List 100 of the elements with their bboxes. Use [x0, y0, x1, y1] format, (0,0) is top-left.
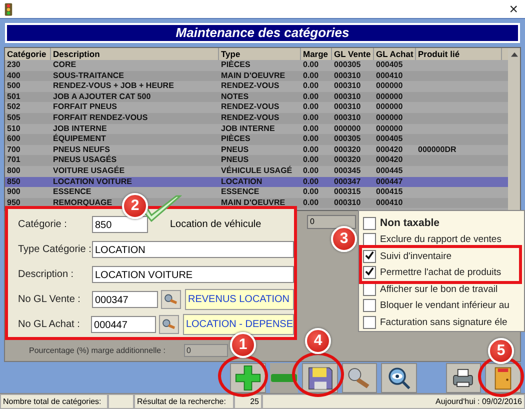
- table-cell: 000420: [376, 144, 403, 154]
- table-cell: PIÈCES: [221, 60, 250, 69]
- table-row[interactable]: 850 LOCATION VOITURE LOCATION 0.00 000347 000447: [5, 176, 508, 188]
- table-cell: 0.00: [303, 144, 319, 154]
- table-cell: 501: [7, 92, 20, 101]
- traffic-light-icon: [4, 2, 13, 16]
- close-button[interactable]: ×: [506, 2, 521, 16]
- table-cell: RENDEZ-VOUS: [221, 112, 280, 122]
- table-cell: 0.00: [303, 124, 319, 133]
- table-cell: LOCATION VOITURE: [53, 176, 132, 186]
- table-row[interactable]: 400 SOUS-TRAITANCE MAIN D'OEUVRE 0.00 000310 000410: [5, 70, 508, 82]
- table-cell: 000000: [376, 81, 403, 90]
- view-button[interactable]: [381, 362, 417, 392]
- table-cell: 000000: [376, 102, 403, 112]
- table-cell: LOCATION: [221, 176, 262, 186]
- input-field[interactable]: 000447: [91, 316, 156, 332]
- table-row[interactable]: 510 JOB INTERNE JOB INTERNE 0.00 000000 000000: [5, 124, 508, 134]
- table-row[interactable]: 600 ÉQUIPEMENT PIÈCES 0.00 000305 000405: [5, 134, 508, 145]
- table-cell: 000405: [376, 134, 403, 144]
- table-cell: 000447: [376, 176, 403, 186]
- field-label: Pourcentage (%) marge additionnelle :: [29, 346, 166, 355]
- table-cell: 0.00: [303, 70, 319, 80]
- checkbox[interactable]: [363, 316, 376, 329]
- input-field[interactable]: 0: [307, 215, 356, 229]
- input-field[interactable]: 0: [184, 344, 228, 357]
- option-checkbox[interactable]: Bloquer le vendant inférieur au: [363, 298, 510, 314]
- table-cell: 0.00: [303, 176, 319, 186]
- input-field[interactable]: 000347: [92, 290, 158, 308]
- checkbox[interactable]: [363, 266, 376, 280]
- table-cell: MAIN D'OEUVRE: [221, 70, 286, 80]
- add-button[interactable]: [230, 362, 266, 392]
- table-cell: 000310: [334, 198, 361, 207]
- table-cell: 900: [7, 187, 20, 196]
- option-checkbox[interactable]: Exclure du rapport de ventes: [363, 232, 502, 248]
- table-cell: PNEUS USAGÉS: [53, 155, 117, 164]
- table-row[interactable]: 505 FORFAIT RENDEZ-VOUS RENDEZ-VOUS 0.00 000310 000000: [5, 112, 508, 124]
- plus-icon: [234, 364, 261, 390]
- table-cell: 000347: [334, 176, 361, 186]
- table-cell: 000320: [334, 144, 361, 154]
- table-cell: NOTES: [221, 92, 249, 101]
- checkbox[interactable]: [363, 299, 376, 312]
- banner-title: Maintenance des catégories: [5, 23, 520, 43]
- table-cell: 000415: [376, 187, 403, 196]
- table-cell: 000310: [334, 102, 361, 112]
- table-cell: 0.00: [303, 92, 319, 101]
- table-cell: 0.00: [303, 198, 319, 207]
- option-checkbox[interactable]: Non taxable: [363, 215, 440, 232]
- input-field[interactable]: LOCATION: [92, 240, 294, 258]
- table-cell: 000410: [376, 198, 403, 207]
- save-button[interactable]: [302, 362, 338, 392]
- table-cell: ÉQUIPEMENT: [53, 134, 106, 144]
- table-row[interactable]: 501 JOB A AJOUTER CAT 500 NOTES 0.00 000310 000000: [5, 92, 508, 102]
- print-button[interactable]: [446, 362, 482, 392]
- status-text: Nombre total de catégories:: [0, 394, 108, 409]
- option-checkbox[interactable]: Suivi d'inventaire: [363, 248, 452, 264]
- table-cell: 000310: [334, 112, 361, 122]
- table-cell: 230: [7, 60, 20, 69]
- table-cell: 950: [7, 198, 20, 207]
- status-text: Résultat de la recherche:: [134, 394, 234, 409]
- table-cell: VÉHICULE USAGÉ: [221, 166, 292, 175]
- checkbox[interactable]: [363, 233, 376, 246]
- field-label: No GL Achat :: [18, 318, 81, 330]
- table-cell: 000405: [376, 60, 403, 69]
- table-cell: JOB INTERNE: [221, 124, 275, 133]
- checkbox[interactable]: [363, 216, 376, 230]
- table-cell: 000315: [334, 187, 361, 196]
- lookup-button[interactable]: [161, 290, 181, 308]
- table-cell: 000410: [376, 70, 403, 80]
- table-cell: 850: [7, 176, 20, 186]
- scroll-up-icon: [510, 52, 518, 57]
- table-cell: 502: [7, 102, 20, 112]
- checkbox[interactable]: [363, 250, 376, 263]
- table-cell: 505: [7, 112, 20, 122]
- table-cell: 000310: [334, 92, 361, 101]
- lookup-button[interactable]: [159, 314, 179, 334]
- input-field[interactable]: 850: [92, 216, 148, 232]
- table-cell: REMORQUAGE: [53, 198, 112, 207]
- table-cell: 700: [7, 144, 20, 154]
- table-cell: 000000DR: [418, 144, 456, 154]
- table-cell: 000445: [376, 166, 403, 175]
- table-cell: 0.00: [303, 155, 319, 164]
- table-cell: 000000: [376, 112, 403, 122]
- status-field: [108, 394, 134, 409]
- table-cell: 400: [7, 70, 20, 80]
- status-text: 25: [234, 394, 262, 409]
- status-text: Aujourd'hui : 09/02/2016: [262, 394, 525, 409]
- scrollbar[interactable]: [508, 48, 520, 210]
- table-cell: PIÈCES: [221, 134, 250, 144]
- table-cell: 0.00: [303, 166, 319, 175]
- field-note: Location de véhicule: [170, 218, 262, 230]
- option-checkbox[interactable]: Afficher sur le bon de travail: [363, 281, 498, 298]
- table-cell: RENDEZ-VOUS: [221, 102, 280, 112]
- magnifier-eye-icon: [387, 366, 412, 390]
- table-cell: PNEUS NEUFS: [53, 144, 110, 154]
- table-cell: 000305: [334, 134, 361, 144]
- option-checkbox[interactable]: Permettre l'achat de produits: [363, 264, 502, 281]
- table-row[interactable]: 701 PNEUS USAGÉS PNEUS 0.00 000320 000420: [5, 155, 508, 166]
- input-field[interactable]: LOCATION VOITURE: [92, 266, 294, 282]
- option-checkbox[interactable]: Facturation sans signature éle: [363, 314, 508, 330]
- table-cell: 000310: [334, 81, 361, 90]
